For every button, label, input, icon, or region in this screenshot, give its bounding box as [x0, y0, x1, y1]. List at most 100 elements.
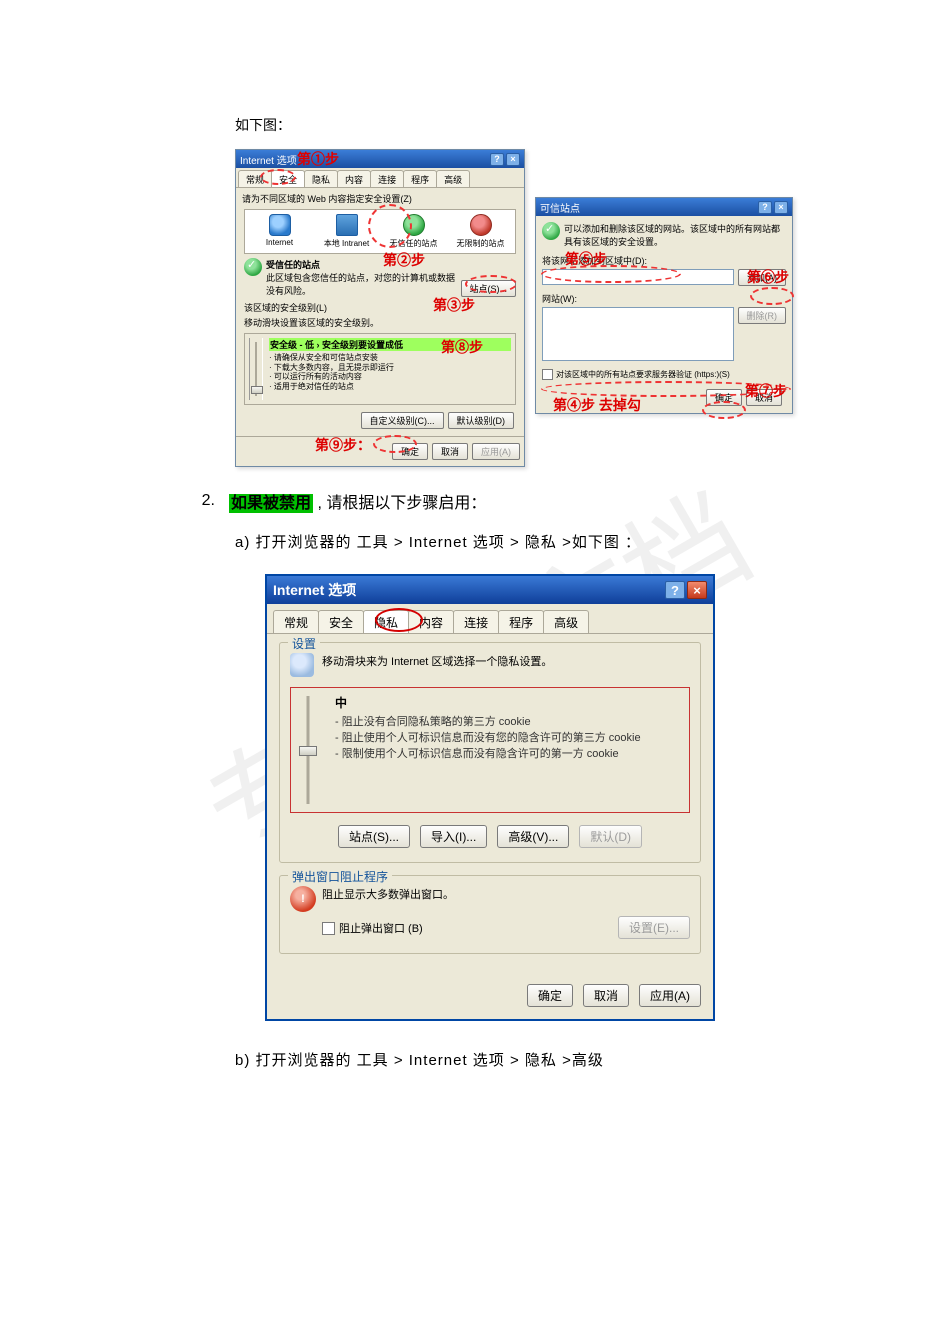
tab-connections-2[interactable]: 连接 [453, 610, 499, 633]
ss2-title: Internet 选项 [273, 580, 356, 600]
para-2-rest: , 请根据以下步骤启用： [313, 495, 486, 512]
tab-general-2[interactable]: 常规 [273, 610, 319, 633]
sites-listbox[interactable] [542, 307, 734, 361]
ss2-controls: ? × [665, 581, 707, 599]
sites-button-2[interactable]: 站点(S)... [338, 825, 410, 848]
step2-label: 第②步 [383, 250, 425, 270]
advanced-button[interactable]: 高级(V)... [497, 825, 569, 848]
sub-line-a: a) 打开浏览器的 工具 > Internet 选项 > 隐私 >如下图 ： [235, 531, 875, 552]
zone-trusted[interactable]: 无信任的站点 [381, 214, 446, 249]
tab-programs[interactable]: 程序 [403, 170, 437, 187]
para-2-line: 2. 如果被禁用 , 请根据以下步骤启用： [195, 489, 875, 513]
trusted-icon [403, 214, 425, 236]
default-level-button[interactable]: 默认级别(D) [448, 412, 515, 429]
seclevel-title: 该区域的安全级别(L) [244, 301, 516, 314]
zone-restricted[interactable]: 无限制的站点 [448, 214, 513, 249]
block-popup-checkbox[interactable] [322, 922, 335, 935]
step9-label: 第⑨步： [315, 435, 371, 455]
step3-label: 第③步 [433, 295, 475, 315]
popup-settings-button[interactable]: 设置(E)... [618, 916, 690, 939]
security-slider[interactable] [249, 338, 263, 400]
tab-security[interactable]: 安全 [271, 170, 305, 187]
apply-button-3[interactable]: 应用(A) [639, 984, 701, 1007]
ok-button-2[interactable]: 确定 [706, 389, 742, 406]
sec-bullet: · 下载大多数内容，且无提示即运行 [269, 363, 511, 373]
step6-label: 第⑥步 [747, 267, 789, 287]
tab-general[interactable]: 常规 [238, 170, 272, 187]
tab-security-2[interactable]: 安全 [318, 610, 364, 633]
step4-label: 第④步 去掉勾 [553, 395, 641, 415]
trusted-desc2: 可以添加和删除该区域的网站。该区域中的所有网站都具有该区域的安全设置。 [564, 222, 786, 248]
help-icon[interactable]: ? [758, 201, 772, 214]
intranet-icon [336, 214, 358, 236]
ss2-titlebar: Internet 选项 ? × [267, 576, 713, 604]
win2-title: 可信站点 [540, 200, 580, 215]
apply-button[interactable]: 应用(A) [472, 443, 520, 460]
ss2-tabs: 常规 安全 隐私 内容 连接 程序 高级 [267, 604, 713, 634]
check-icon [542, 222, 560, 240]
grp2-title: 弹出窗口阻止程序 [288, 868, 392, 885]
para-2-num: 2. [195, 492, 215, 510]
win1-tabs: 常规 安全 隐私 内容 连接 程序 高级 [236, 168, 524, 188]
sites-label: 网站(W): [542, 292, 786, 305]
privacy-slider[interactable] [297, 694, 319, 806]
step8-label: 第⑧步 [441, 337, 483, 357]
tab-privacy-2[interactable]: 隐私 [363, 610, 409, 633]
zone-hint: 请为不同区域的 Web 内容指定安全设置(Z) [242, 192, 518, 205]
close-icon[interactable]: × [774, 201, 788, 214]
cancel-button[interactable]: 取消 [432, 443, 468, 460]
privacy-icon [290, 653, 314, 677]
win2-titlebar: 可信站点 ? × [536, 198, 792, 216]
cancel-button-3[interactable]: 取消 [583, 984, 629, 1007]
check-icon [244, 258, 262, 276]
tab-advanced[interactable]: 高级 [436, 170, 470, 187]
stop-icon: ! [290, 886, 316, 912]
https-label: 对该区域中的所有站点要求服务器验证 (https:)(S) [556, 370, 730, 379]
add-site-input[interactable] [542, 269, 734, 285]
popup-hint: 阻止显示大多数弹出窗口。 [322, 886, 690, 902]
restricted-icon [470, 214, 492, 236]
help-icon[interactable]: ? [490, 153, 504, 166]
tab-privacy[interactable]: 隐私 [304, 170, 338, 187]
para-2-highlight: 如果被禁用 [229, 494, 313, 513]
privacy-level: 中 [335, 694, 683, 711]
help-icon[interactable]: ? [665, 581, 685, 599]
tab-programs-2[interactable]: 程序 [498, 610, 544, 633]
tab-content[interactable]: 内容 [337, 170, 371, 187]
win1-controls: ? × [490, 153, 520, 166]
trusted-desc: 此区域包含您信任的站点，对您的计算机或数据没有风险。 [266, 273, 455, 296]
privacy-bullet: 限制使用个人可标识信息而没有隐含许可的第一方 cookie [335, 745, 683, 761]
step7-label: 第⑦步 [745, 381, 787, 401]
privacy-bullet: 阻止使用个人可标识信息而没有您的隐含许可的第三方 cookie [335, 729, 683, 745]
sec-bullet: · 适用于绝对信任的站点 [269, 382, 511, 392]
zone-internet[interactable]: Internet [247, 214, 312, 249]
tab-advanced-2[interactable]: 高级 [543, 610, 589, 633]
sec-bullet: · 可以运行所有的活动内容 [269, 372, 511, 382]
custom-level-button[interactable]: 自定义级别(C)... [361, 412, 444, 429]
tab-content-2[interactable]: 内容 [408, 610, 454, 633]
globe-icon [269, 214, 291, 236]
close-icon[interactable]: × [506, 153, 520, 166]
privacy-bullet: 阻止没有合同隐私策略的第三方 cookie [335, 713, 683, 729]
win1-title: Internet 选项 [240, 152, 297, 167]
win1-titlebar: Internet 选项 ? × [236, 150, 524, 168]
step5-label: 第⑤步 [565, 249, 607, 269]
ok-button[interactable]: 确定 [392, 443, 428, 460]
screenshot-1: Internet 选项 ? × 常规 安全 隐私 内容 连接 程序 高级 请为不… [235, 149, 795, 459]
sub-line-b: b) 打开浏览器的 工具 > Internet 选项 > 隐私 >高级 [235, 1049, 875, 1070]
screenshot-2: Internet 选项 ? × 常规 安全 隐私 内容 连接 程序 高级 设置 … [265, 574, 715, 1021]
ok-button-3[interactable]: 确定 [527, 984, 573, 1007]
default-button[interactable]: 默认(D) [579, 825, 642, 848]
close-icon[interactable]: × [687, 581, 707, 599]
trusted-title: 受信任的站点 [266, 260, 320, 270]
tab-connections[interactable]: 连接 [370, 170, 404, 187]
block-popup-label: 阻止弹出窗口 (B) [339, 923, 423, 935]
grp1-title: 设置 [288, 635, 320, 652]
seclevel-hint: 移动滑块设置该区域的安全级别。 [244, 316, 516, 329]
https-checkbox[interactable] [542, 369, 553, 380]
remove-button[interactable]: 删除(R) [738, 307, 787, 324]
intro-text: 如下图： [235, 115, 875, 135]
zone-intranet[interactable]: 本地 Intranet [314, 214, 379, 249]
privacy-hint: 移动滑块来为 Internet 区域选择一个隐私设置。 [322, 653, 552, 669]
import-button[interactable]: 导入(I)... [420, 825, 487, 848]
